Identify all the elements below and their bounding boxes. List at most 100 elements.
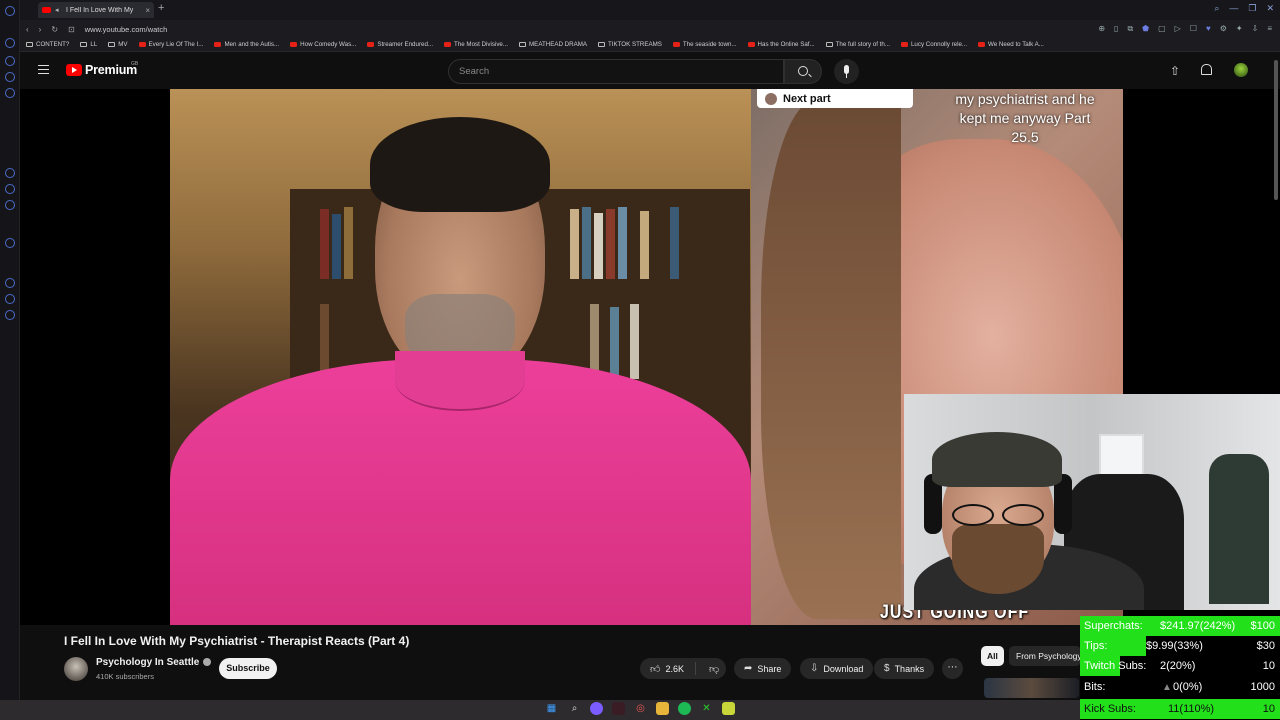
bookmark-item[interactable]: Lucy Connolly rele... xyxy=(900,41,967,48)
start-windows-icon[interactable]: ▦ xyxy=(545,702,558,715)
sidebar-app-icon[interactable] xyxy=(5,168,15,178)
back-icon[interactable]: ‹ xyxy=(26,25,29,34)
close-window-icon[interactable]: ✕ xyxy=(1266,3,1274,14)
goal-label: Bits: xyxy=(1084,681,1106,693)
site-info-icon[interactable]: ⊡ xyxy=(68,25,75,34)
reload-icon[interactable]: ↻ xyxy=(51,25,58,34)
bookmark-item[interactable]: TIKTOK STREAMS xyxy=(598,41,662,48)
goal-label: Superchats: xyxy=(1084,620,1143,632)
bookmark-item[interactable]: LL xyxy=(80,41,97,48)
account-avatar[interactable] xyxy=(1234,63,1248,77)
bookmarks-bar: CONTENT? LL MV Every Lie Of The I... Men… xyxy=(20,38,1280,52)
url-field[interactable]: www.youtube.com/watch xyxy=(85,25,168,34)
sidebar-app-icon[interactable] xyxy=(5,278,15,288)
settings-icon[interactable]: ⚙ xyxy=(1220,24,1227,34)
browser-tab-active[interactable]: ◂ I Fell In Love With My × xyxy=(38,2,154,18)
bookmark-item[interactable]: Has the Online Saf... xyxy=(747,41,815,48)
file-explorer-icon[interactable] xyxy=(656,702,669,715)
download-label: Download xyxy=(823,663,864,674)
app-icon[interactable] xyxy=(590,702,603,715)
maximize-icon[interactable]: ❐ xyxy=(1248,3,1256,14)
app-icon[interactable] xyxy=(612,702,625,715)
bookmark-item[interactable]: MV xyxy=(108,41,128,48)
player-icon[interactable]: ▷ xyxy=(1175,24,1181,34)
extensions-icon[interactable]: ✦ xyxy=(1236,24,1243,34)
goal-value: 11(110%) xyxy=(1168,703,1215,715)
spotify-icon[interactable] xyxy=(678,702,691,715)
bookmark-item[interactable]: How Comedy Was... xyxy=(290,41,356,48)
like-dislike-group: 👍︎ 2.6K 👎︎ xyxy=(640,658,726,679)
window-search-icon[interactable]: ⌕ xyxy=(1214,3,1219,14)
browser-icon[interactable]: ◎ xyxy=(634,702,647,715)
wallet-icon[interactable]: ▢ xyxy=(1158,24,1166,34)
bookmark-item[interactable]: Men and the Autis... xyxy=(214,41,279,48)
snapshot-icon[interactable]: ⧉ xyxy=(1127,24,1133,34)
sidebar-app-icon[interactable] xyxy=(5,38,15,48)
bookmark-item[interactable]: Every Lie Of The I... xyxy=(138,41,203,48)
close-tab-icon[interactable]: × xyxy=(145,6,150,15)
bookmark-item[interactable]: We Need to Talk A... xyxy=(978,41,1044,48)
search-input[interactable]: Search xyxy=(448,59,784,84)
download-button[interactable]: ⇩ Download xyxy=(800,658,874,679)
sidebar-app-icon[interactable] xyxy=(5,294,15,304)
recommended-thumbnail[interactable] xyxy=(984,678,1079,698)
bookmark-item[interactable]: The Most Divisive... xyxy=(444,41,508,48)
bookmark-item[interactable]: Streamer Endured... xyxy=(367,41,433,48)
heart-icon[interactable]: ♥ xyxy=(1206,24,1211,34)
zoom-icon[interactable]: ⊕ xyxy=(1098,24,1105,34)
sidebar-app-icon[interactable] xyxy=(5,184,15,194)
browser-menu-icon[interactable] xyxy=(5,6,15,16)
bookmark-item[interactable]: The full story of th... xyxy=(825,41,890,48)
sidebar-app-icon[interactable] xyxy=(5,200,15,210)
taskbar xyxy=(0,700,1080,720)
app-icon[interactable] xyxy=(722,702,735,715)
hamburger-menu-icon[interactable] xyxy=(38,65,49,74)
shield-icon[interactable]: ⬟ xyxy=(1142,24,1149,34)
dislike-button[interactable]: 👎︎ xyxy=(701,663,719,675)
sidebar-app-icon[interactable] xyxy=(5,88,15,98)
thanks-button[interactable]: $ Thanks xyxy=(874,658,935,679)
youtube-logo[interactable]: Premium GB xyxy=(66,61,138,77)
menu-icon[interactable]: ≡ xyxy=(1267,24,1272,34)
goal-row-twitch-subs: Twitch Subs: 2(20%) 10 xyxy=(1080,656,1280,676)
forward-icon[interactable]: › xyxy=(39,25,42,34)
profile-avatar xyxy=(765,92,777,105)
notifications-bell-icon[interactable] xyxy=(1201,64,1212,75)
next-part-label: Next part xyxy=(783,92,831,105)
bookmark-item[interactable]: MEATHEAD DRAMA xyxy=(519,41,587,48)
channel-name[interactable]: Psychology In Seattle xyxy=(96,657,212,668)
chip-all[interactable]: All xyxy=(981,646,1004,666)
goal-row-kick-subs: Kick Subs: 11(110%) 10 xyxy=(1080,699,1280,719)
minimize-icon[interactable]: — xyxy=(1229,3,1238,14)
goal-target: $30 xyxy=(1256,640,1275,652)
youtube-favicon-icon xyxy=(367,42,375,47)
share-button[interactable]: ➦ Share xyxy=(734,658,792,679)
thumbs-up-icon: 👍︎ xyxy=(650,663,661,675)
more-actions-button[interactable]: ⋯ xyxy=(942,658,963,679)
youtube-favicon-icon xyxy=(138,42,146,47)
like-button[interactable]: 👍︎ 2.6K xyxy=(640,662,696,675)
xbox-icon[interactable]: ✕ xyxy=(700,702,713,715)
address-bar-tools: ⊕ ▯ ⧉ ⬟ ▢ ▷ ☐ ♥ ⚙ ✦ ⇩ ≡ xyxy=(1098,24,1272,34)
page-scrollbar[interactable] xyxy=(1274,60,1278,200)
new-tab-button[interactable]: + xyxy=(158,2,164,14)
goal-label: Twitch Subs: xyxy=(1084,660,1147,672)
search-button[interactable] xyxy=(784,59,822,84)
channel-avatar[interactable] xyxy=(64,657,88,681)
bookmark-icon[interactable]: ☐ xyxy=(1190,24,1197,34)
create-upload-icon[interactable]: ⇧ xyxy=(1170,64,1180,78)
chip-from-channel[interactable]: From Psychology xyxy=(1009,646,1081,666)
subscribe-button[interactable]: Subscribe xyxy=(219,658,277,679)
sidebar-app-icon[interactable] xyxy=(5,72,15,82)
speaker-icon[interactable]: ◂ xyxy=(55,7,62,14)
voice-search-icon[interactable] xyxy=(834,59,859,84)
sidebar-app-icon[interactable] xyxy=(5,56,15,66)
folder-icon xyxy=(26,42,33,47)
sidebar-app-icon[interactable] xyxy=(5,310,15,320)
download-icon[interactable]: ⇩ xyxy=(1252,24,1259,34)
search-icon[interactable]: ⌕ xyxy=(568,702,581,715)
pin-icon[interactable]: ▯ xyxy=(1114,24,1118,34)
sidebar-app-icon[interactable] xyxy=(5,238,15,248)
bookmark-item[interactable]: The seaside town... xyxy=(672,41,737,48)
bookmark-item[interactable]: CONTENT? xyxy=(26,41,69,48)
